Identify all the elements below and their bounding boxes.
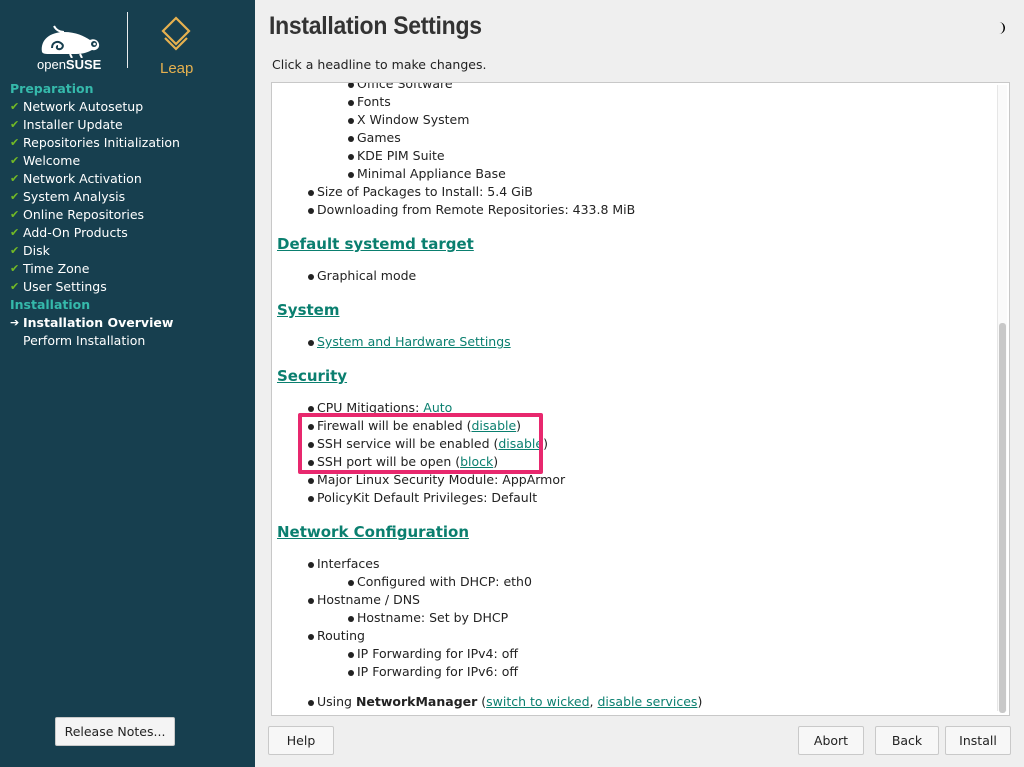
ssh-service-status: SSH service will be enabled (disable) [308,435,548,453]
check-icon: ✔ [10,100,20,113]
check-icon: ✔ [10,226,20,239]
list-item: Games [348,129,401,147]
list-item: Hostname: Set by DHCP [348,609,508,627]
scrollbar-thumb[interactable] [999,323,1006,713]
ssh-port-block-link[interactable]: block [460,454,493,469]
list-item: Fonts [348,93,391,111]
page-title: Installation Settings [269,12,482,40]
systemd-target-value: Graphical mode [308,267,416,285]
check-icon: ✔ [10,244,20,257]
ssh-service-disable-link[interactable]: disable [498,436,543,451]
install-button[interactable]: Install [945,726,1011,755]
polkit-privileges: PolicyKit Default Privileges: Default [308,489,537,507]
check-icon: ✔ [10,262,20,275]
step-welcome: ✔ Welcome [10,153,81,168]
installation-steps: Preparation ✔ Network Autosetup ✔ Installe… [0,80,255,350]
arrow-right-icon: ➔ [10,316,20,329]
step-disk: ✔ Disk [10,243,50,258]
disable-services-link[interactable]: disable services [598,694,698,709]
product-name: Leap [160,60,194,77]
abort-button[interactable]: Abort [798,726,864,755]
list-item: Minimal Appliance Base [348,165,506,183]
list-item: IP Forwarding for IPv4: off [348,645,518,663]
release-notes-button[interactable]: Release Notes... [55,717,175,746]
logo-area: openSUSE Leap [0,10,255,77]
package-size: Size of Packages to Install: 5.4 GiB [308,183,533,201]
list-item: Configured with DHCP: eth0 [348,573,532,591]
check-icon: ✔ [10,154,20,167]
logo-divider [127,12,128,68]
security-heading[interactable]: Security [277,366,347,386]
check-icon: ✔ [10,208,20,221]
list-item: System and Hardware Settings [308,333,511,351]
check-icon: ✔ [10,136,20,149]
list-item: Office Software [348,83,453,93]
step-network-activation: ✔ Network Activation [10,171,142,186]
system-heading[interactable]: System [277,300,339,320]
firewall-status: Firewall will be enabled (disable) [308,417,521,435]
firewall-disable-link[interactable]: disable [471,418,516,433]
check-icon: ✔ [10,280,20,293]
step-online-repositories: ✔ Online Repositories [10,207,145,222]
cpu-mitigations-link[interactable]: Auto [423,400,452,415]
check-icon: ✔ [10,172,20,185]
system-hardware-settings-link[interactable]: System and Hardware Settings [317,334,511,349]
step-repositories-initialization: ✔ Repositories Initialization [10,135,180,150]
step-time-zone: ✔ Time Zone [10,261,90,276]
step-installer-update: ✔ Installer Update [10,117,123,132]
step-system-analysis: ✔ System Analysis [10,189,126,204]
installation-summary: Office Software Fonts X Window System Ga… [271,82,1010,716]
step-network-autosetup: ✔ Network Autosetup [10,99,144,114]
ssh-port-status: SSH port will be open (block) [308,453,498,471]
list-item: Hostname / DNS [308,591,420,609]
brand-wordmark: openSUSE [37,57,102,72]
check-icon: ✔ [10,118,20,131]
list-item: X Window System [348,111,469,129]
sidebar: openSUSE Leap Preparation ✔ Network Autos… [0,0,255,767]
instructions-text: Click a headline to make changes. [272,57,487,72]
list-item: IP Forwarding for IPv6: off [348,663,518,681]
chameleon-logo-icon [41,25,100,58]
network-configuration-heading[interactable]: Network Configuration [277,522,469,542]
vertical-scrollbar[interactable] [997,85,1007,713]
step-add-on-products: ✔ Add-On Products [10,225,128,240]
network-manager-item: Using NetworkManager (switch to wicked, … [308,693,702,711]
download-size: Downloading from Remote Repositories: 43… [308,201,635,219]
step-installation-overview: ➔ Installation Overview [10,315,174,330]
systemd-target-heading[interactable]: Default systemd target [277,234,474,254]
back-button[interactable]: Back [875,726,939,755]
leap-logo-icon [161,16,191,51]
step-perform-installation: Perform Installation [23,333,146,348]
security-module: Major Linux Security Module: AppArmor [308,471,565,489]
list-item: Interfaces [308,555,379,573]
list-item: Routing [308,627,365,645]
dark-mode-toggle-icon[interactable] [990,20,1006,36]
step-user-settings: ✔ User Settings [10,279,107,294]
check-icon: ✔ [10,190,20,203]
cpu-mitigations: CPU Mitigations: Auto [308,399,452,417]
list-item: KDE PIM Suite [348,147,445,165]
main-panel: Installation Settings Click a headline t… [255,0,1024,767]
help-button[interactable]: Help [268,726,334,755]
switch-to-wicked-link[interactable]: switch to wicked [486,694,589,709]
section-installation: Installation [10,297,91,312]
section-preparation: Preparation [10,81,94,96]
